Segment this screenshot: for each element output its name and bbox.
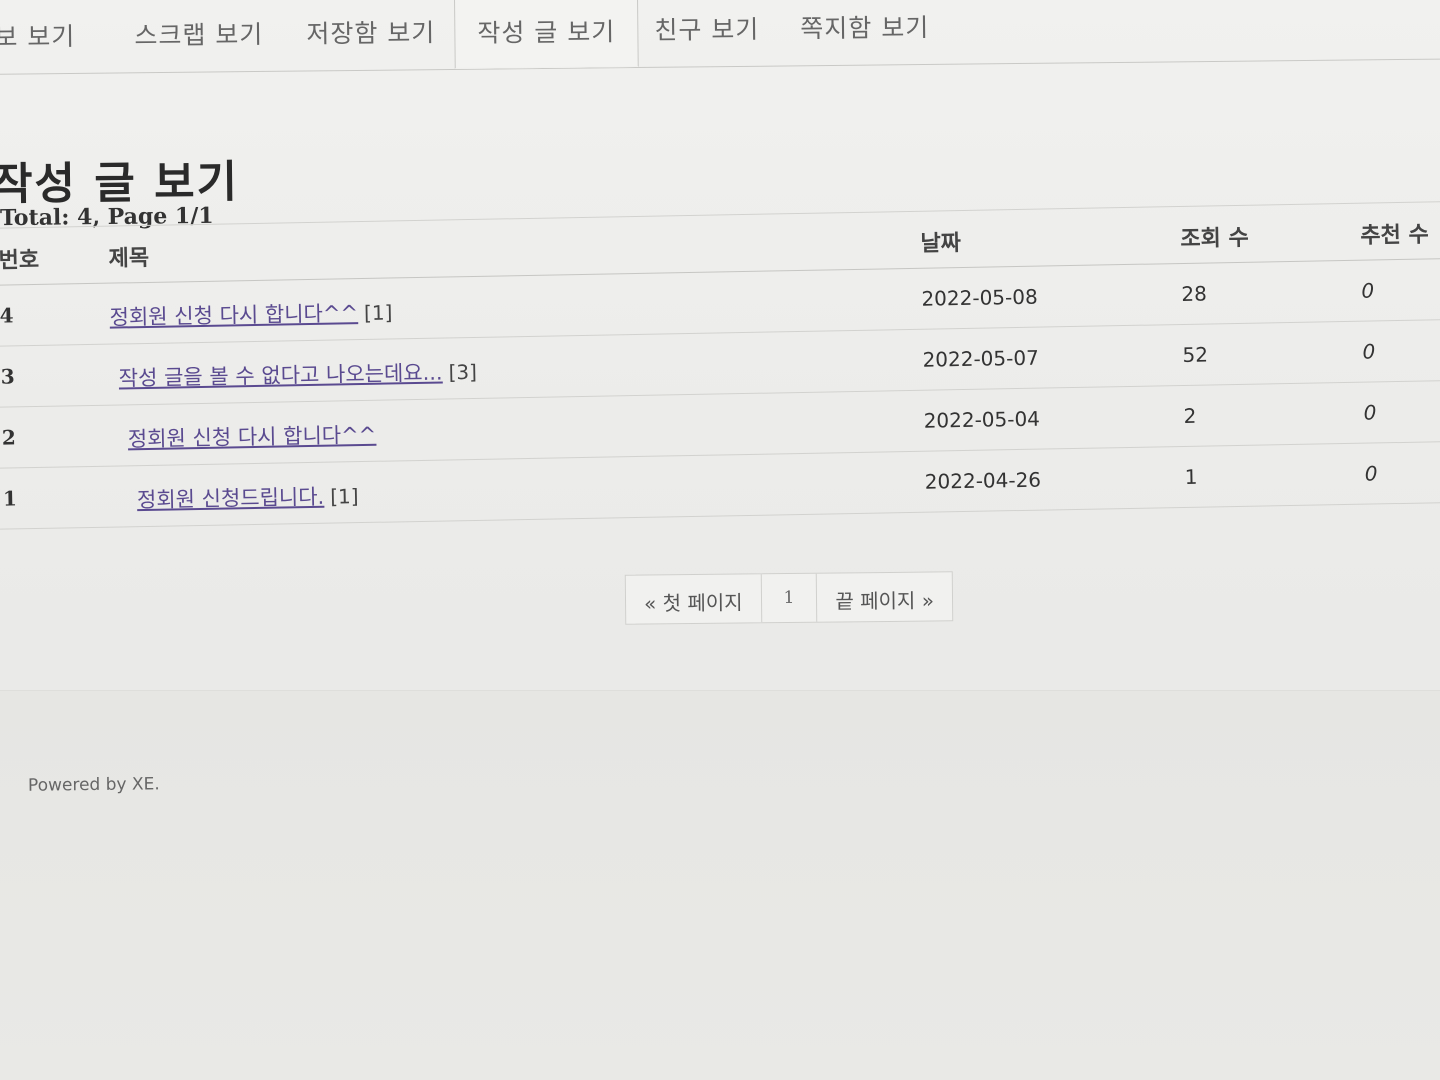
row-views: 1 xyxy=(1184,464,1198,489)
post-link[interactable]: 정회원 신청 다시 합니다^^ xyxy=(128,423,377,452)
row-recommend: 0 xyxy=(1361,278,1375,303)
screen: 정보 보기 스크랩 보기 저장함 보기 작성 글 보기 친구 보기 쪽지함 보기… xyxy=(0,0,1440,1080)
post-link[interactable]: 정회원 신청드립니다. xyxy=(137,485,325,512)
posts-table: 번호 제목 날짜 조회 수 추천 수 4 정회원 신청 다시 합니다^^ [1] … xyxy=(0,200,1440,530)
powered-by-text: Powered by XE. xyxy=(27,774,160,796)
row-date: 2022-05-04 xyxy=(923,406,1041,433)
first-page-button[interactable]: « 첫 페이지 xyxy=(625,574,762,624)
last-page-button[interactable]: 끝 페이지 » xyxy=(817,572,952,621)
row-recommend: 0 xyxy=(1363,400,1377,425)
current-page[interactable]: 1 xyxy=(761,573,818,623)
row-date: 2022-05-08 xyxy=(921,284,1038,311)
header-title: 제목 xyxy=(108,245,150,272)
footer: Powered by XE. xyxy=(0,690,1440,1080)
tab-messages[interactable]: 쪽지함 보기 xyxy=(800,8,929,45)
header-no: 번호 xyxy=(0,246,40,274)
member-tabs: 정보 보기 스크랩 보기 저장함 보기 작성 글 보기 친구 보기 쪽지함 보기 xyxy=(0,0,1440,75)
tab-my-posts[interactable]: 작성 글 보기 xyxy=(454,0,639,69)
row-date: 2022-05-07 xyxy=(922,345,1040,372)
tab-saved[interactable]: 저장함 보기 xyxy=(306,13,435,50)
row-no: 4 xyxy=(0,303,14,328)
comment-count: [3] xyxy=(448,359,478,385)
row-no: 1 xyxy=(2,486,18,511)
row-title: 정회원 신청 다시 합니다^^ xyxy=(128,419,383,454)
post-link[interactable]: 작성 글을 볼 수 없다고 나오는데요... xyxy=(119,361,443,391)
row-no: 2 xyxy=(1,425,16,450)
header-views: 조회 수 xyxy=(1180,225,1250,253)
tab-scrap[interactable]: 스크랩 보기 xyxy=(134,15,263,52)
comment-count: [1] xyxy=(363,300,393,325)
row-views: 28 xyxy=(1181,281,1208,306)
row-views: 2 xyxy=(1183,403,1197,428)
post-link[interactable]: 정회원 신청 다시 합니다^^ xyxy=(109,301,358,330)
row-title: 정회원 신청 다시 합니다^^ [1] xyxy=(109,296,392,331)
row-title: 정회원 신청드립니다. [1] xyxy=(137,480,359,514)
row-views: 52 xyxy=(1182,342,1209,367)
tab-friends[interactable]: 친구 보기 xyxy=(654,10,759,47)
row-recommend: 0 xyxy=(1364,461,1378,486)
row-recommend: 0 xyxy=(1362,339,1376,364)
header-recommend: 추천 수 xyxy=(1360,222,1429,249)
comment-count: [1] xyxy=(329,484,359,509)
row-no: 3 xyxy=(0,364,15,389)
pagination: « 첫 페이지 1 끝 페이지 » xyxy=(624,571,954,625)
row-date: 2022-04-26 xyxy=(924,467,1042,494)
row-title: 작성 글을 볼 수 없다고 나오는데요... [3] xyxy=(118,356,478,393)
header-date: 날짜 xyxy=(920,231,962,257)
tab-member-info[interactable]: 정보 보기 xyxy=(0,17,76,54)
